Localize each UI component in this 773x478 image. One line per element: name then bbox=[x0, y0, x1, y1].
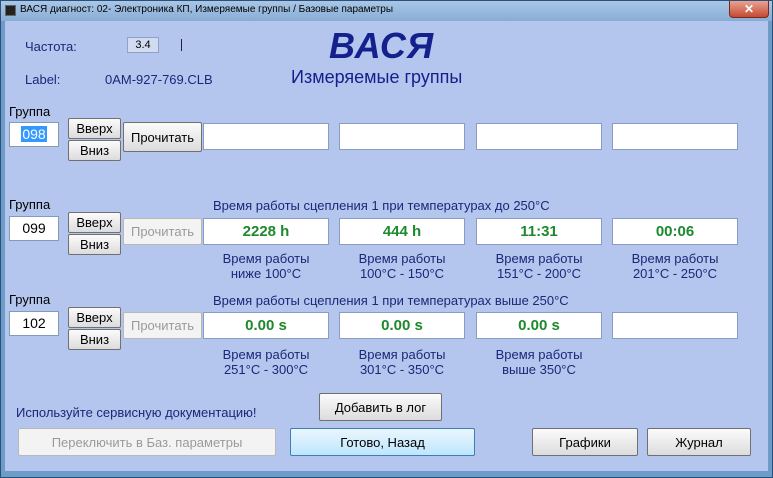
service-doc-hint: Используйте сервисную документацию! bbox=[16, 405, 257, 420]
read-button[interactable]: Прочитать bbox=[123, 312, 202, 339]
value-field-4: 00:06 bbox=[612, 218, 738, 245]
value-field-2: 0.00 s bbox=[339, 312, 465, 339]
value-caption-3: Время работы выше 350°C bbox=[495, 347, 583, 377]
value-caption-1: Время работы ниже 100°C bbox=[222, 251, 310, 281]
group-label: Группа bbox=[9, 292, 51, 307]
value-field-3: 11:31 bbox=[476, 218, 602, 245]
title-bar[interactable]: ВАСЯ диагност: 02- Электроника КП, Измер… bbox=[1, 1, 772, 21]
group-up-button[interactable]: Вверх bbox=[68, 212, 121, 233]
value-field-4 bbox=[612, 123, 738, 150]
value-field-1: 2228 h bbox=[203, 218, 329, 245]
value-caption-3: Время работы 151°C - 200°C bbox=[495, 251, 583, 281]
app-window: ВАСЯ диагност: 02- Электроника КП, Измер… bbox=[0, 0, 773, 478]
app-icon bbox=[5, 5, 16, 16]
group-up-button[interactable]: Вверх bbox=[68, 118, 121, 139]
group-down-button[interactable]: Вниз bbox=[68, 234, 121, 255]
value-field-3: 0.00 s bbox=[476, 312, 602, 339]
value-field-1 bbox=[203, 123, 329, 150]
value-field-3 bbox=[476, 123, 602, 150]
frequency-value: 3.4 bbox=[127, 37, 159, 53]
frequency-indicator bbox=[181, 39, 182, 51]
journal-button[interactable]: Журнал bbox=[647, 428, 751, 456]
group-number-text: 098 bbox=[21, 126, 47, 142]
label-value: 0AM-927-769.CLB bbox=[105, 72, 213, 87]
value-caption-2: Время работы 100°C - 150°C bbox=[358, 251, 446, 281]
group-down-button[interactable]: Вниз bbox=[68, 329, 121, 350]
group-label: Группа bbox=[9, 104, 51, 119]
value-field-4 bbox=[612, 312, 738, 339]
graphs-button[interactable]: Графики bbox=[532, 428, 638, 456]
read-button[interactable]: Прочитать bbox=[123, 218, 202, 245]
group-title: Время работы сцепления 1 при температура… bbox=[213, 293, 569, 308]
group-down-button[interactable]: Вниз bbox=[68, 140, 121, 161]
group-title: Время работы сцепления 1 при температура… bbox=[213, 198, 550, 213]
app-title: ВАСЯ bbox=[329, 25, 435, 66]
group-up-button[interactable]: Вверх bbox=[68, 307, 121, 328]
label-caption: Label: bbox=[25, 72, 61, 87]
client-area: Частота: 3.4 Label: 0AM-927-769.CLB ВАСЯ… bbox=[5, 21, 768, 471]
group-number-input[interactable]: 102 bbox=[9, 311, 59, 336]
group-number-input[interactable]: 098 bbox=[9, 122, 59, 147]
value-caption-2: Время работы 301°C - 350°C bbox=[358, 347, 446, 377]
page-subtitle: Измеряемые группы bbox=[291, 67, 463, 87]
group-number-input[interactable]: 099 bbox=[9, 216, 59, 241]
add-to-log-button[interactable]: Добавить в лог bbox=[319, 393, 442, 421]
value-field-1: 0.00 s bbox=[203, 312, 329, 339]
value-caption-1: Время работы 251°C - 300°C bbox=[222, 347, 310, 377]
done-back-button[interactable]: Готово, Назад bbox=[290, 428, 475, 456]
read-button[interactable]: Прочитать bbox=[123, 122, 202, 152]
close-button[interactable]: ✕ bbox=[729, 1, 769, 18]
window-title: ВАСЯ диагност: 02- Электроника КП, Измер… bbox=[20, 4, 394, 15]
frequency-label: Частота: bbox=[25, 39, 77, 54]
switch-basic-params-button[interactable]: Переключить в Баз. параметры bbox=[18, 428, 276, 456]
value-field-2: 444 h bbox=[339, 218, 465, 245]
group-label: Группа bbox=[9, 197, 51, 212]
value-caption-4: Время работы 201°C - 250°C bbox=[631, 251, 719, 281]
value-field-2 bbox=[339, 123, 465, 150]
